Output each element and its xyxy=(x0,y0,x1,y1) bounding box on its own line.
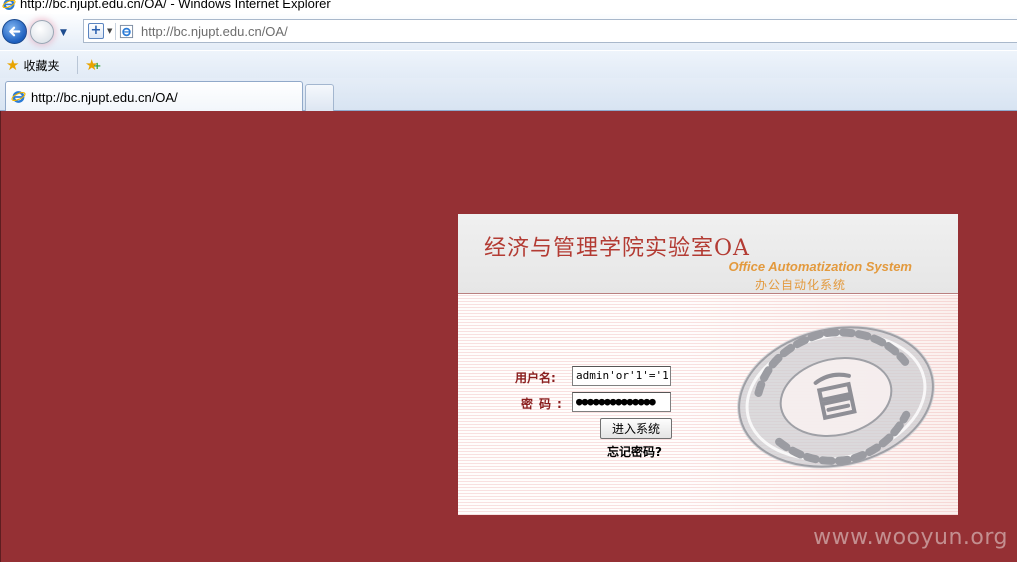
username-input[interactable]: admin'or'1'='1 xyxy=(572,366,671,386)
tab-bar: http://bc.njupt.edu.cn/OA/ xyxy=(0,78,1017,111)
history-dropdown-icon[interactable]: ▼ xyxy=(60,28,70,38)
page-viewport: 经济与管理学院实验室OA Office Automatization Syste… xyxy=(0,111,1017,562)
login-panel: 经济与管理学院实验室OA Office Automatization Syste… xyxy=(458,214,958,515)
ie-icon xyxy=(2,0,16,10)
favorites-button[interactable]: ★ 收藏夹 xyxy=(6,55,59,75)
chevron-down-icon[interactable]: ▼ xyxy=(107,27,112,35)
school-seal-icon xyxy=(737,325,935,469)
system-title: 经济与管理学院实验室OA xyxy=(484,236,750,261)
username-label: 用户名: xyxy=(515,371,556,385)
page-icon xyxy=(119,24,134,39)
compatibility-view-icon[interactable]: + xyxy=(88,23,104,39)
password-label-colon: : xyxy=(557,397,562,411)
login-header: 经济与管理学院实验室OA Office Automatization Syste… xyxy=(458,214,958,294)
system-title-english: Office Automatization System xyxy=(728,259,912,274)
divider xyxy=(77,56,78,74)
favorites-bar: ★ 收藏夹 ★ + xyxy=(0,50,1017,78)
new-tab-button[interactable] xyxy=(305,84,334,111)
password-label: 密码: xyxy=(521,395,562,412)
watermark: www.wooyun.org xyxy=(813,525,1008,550)
ie-page-icon xyxy=(11,91,26,103)
tab-label: http://bc.njupt.edu.cn/OA/ xyxy=(31,90,178,105)
favorites-label: 收藏夹 xyxy=(23,58,60,73)
divider xyxy=(115,23,116,40)
arrow-left-icon xyxy=(9,26,21,37)
password-label-char: 密 xyxy=(521,397,540,411)
window-titlebar: http://bc.njupt.edu.cn/OA/ - Windows Int… xyxy=(0,0,1017,14)
address-input[interactable]: http://bc.njupt.edu.cn/OA/ xyxy=(141,24,288,39)
password-input[interactable]: ●●●●●●●●●●●●●● xyxy=(572,392,671,412)
star-icon: ★ xyxy=(6,55,20,74)
navigation-bar: ▼ + ▼ http://bc.njupt.edu.cn/OA/ xyxy=(0,14,1017,50)
window-title: http://bc.njupt.edu.cn/OA/ - Windows Int… xyxy=(20,0,331,11)
plus-icon: + xyxy=(93,61,102,72)
login-button[interactable]: 进入系统 xyxy=(600,418,672,439)
address-bar[interactable]: + ▼ http://bc.njupt.edu.cn/OA/ xyxy=(83,19,1017,43)
forward-button[interactable] xyxy=(30,20,54,44)
login-form: 用户名: admin'or'1'='1 密码: ●●●●●●●●●●●●●● 进… xyxy=(458,295,958,515)
system-subtitle: 办公自动化系统 xyxy=(755,278,847,292)
add-favorite-icon[interactable]: ★ + xyxy=(85,56,102,74)
tab-current[interactable]: http://bc.njupt.edu.cn/OA/ xyxy=(5,81,303,111)
back-button[interactable] xyxy=(2,19,27,44)
password-label-char: 码 xyxy=(539,397,558,411)
forgot-password-link[interactable]: 忘记密码? xyxy=(607,443,662,460)
